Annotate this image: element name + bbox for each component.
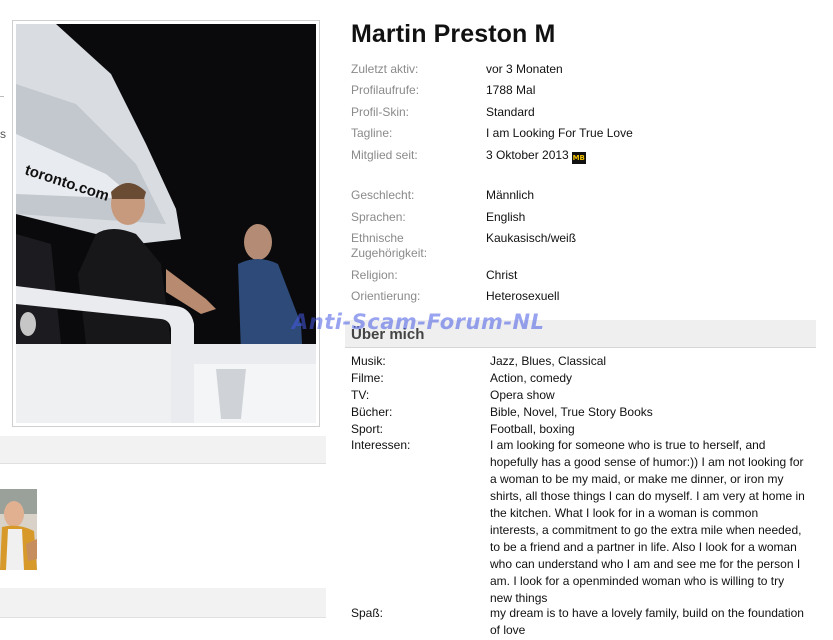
info-value: Männlich bbox=[486, 188, 535, 202]
member-since-date: 3 Oktober 2013 bbox=[486, 148, 569, 162]
info-value: 3 Oktober 2013 MB bbox=[486, 148, 806, 164]
friend-thumbnail[interactable] bbox=[0, 489, 37, 570]
about-value: Bible, Novel, True Story Books bbox=[490, 405, 653, 419]
left-panel-footer bbox=[0, 588, 326, 618]
info-label: Profilaufrufe: bbox=[351, 83, 420, 97]
about-label: TV: bbox=[351, 388, 370, 402]
info-label: Mitglied seit: bbox=[351, 148, 418, 162]
profile-photo[interactable]: toronto.com bbox=[16, 24, 316, 423]
info-label: Profil-Skin: bbox=[351, 105, 410, 119]
watermark: Anti-Scam-Forum-NL bbox=[292, 310, 545, 334]
info-value: Christ bbox=[486, 268, 518, 282]
info-label: Tagline: bbox=[351, 126, 393, 140]
edge-text: s bbox=[0, 127, 6, 141]
about-value: my dream is to have a lovely family, bui… bbox=[490, 606, 804, 637]
profile-name: Martin Preston M bbox=[351, 20, 556, 48]
info-label: Zuletzt aktiv: bbox=[351, 62, 419, 76]
about-label: Interessen: bbox=[351, 438, 411, 452]
info-label: Geschlecht: bbox=[351, 188, 415, 202]
info-value: Heterosexuell bbox=[486, 289, 560, 303]
info-value: Kaukasisch/weiß bbox=[486, 231, 577, 245]
info-value: 1788 Mal bbox=[486, 83, 536, 97]
about-value: Opera show bbox=[490, 388, 555, 402]
about-label: Musik: bbox=[351, 354, 386, 368]
friend-thumbnail-image bbox=[0, 489, 37, 570]
about-label: Bücher: bbox=[351, 405, 393, 419]
info-value: vor 3 Monaten bbox=[486, 62, 563, 76]
edge-divider bbox=[0, 96, 4, 97]
about-value: Jazz, Blues, Classical bbox=[490, 354, 607, 368]
profile-photo-image: toronto.com bbox=[16, 24, 316, 423]
info-label: Orientierung: bbox=[351, 289, 421, 303]
about-label: Spaß: bbox=[351, 606, 384, 620]
about-label: Sport: bbox=[351, 422, 384, 436]
info-value: English bbox=[486, 210, 526, 224]
profile-photo-frame[interactable]: toronto.com bbox=[12, 20, 320, 427]
info-label: Religion: bbox=[351, 268, 398, 282]
info-value: I am Looking For True Love bbox=[486, 126, 633, 140]
about-label: Filme: bbox=[351, 371, 384, 385]
member-badge-icon: MB bbox=[571, 152, 586, 164]
about-value: Football, boxing bbox=[490, 422, 575, 436]
about-value: I am looking for someone who is true to … bbox=[490, 438, 805, 605]
info-value: Standard bbox=[486, 105, 535, 119]
left-panel-divider bbox=[0, 436, 326, 464]
info-label: Ethnische Zugehörigkeit: bbox=[351, 231, 428, 260]
about-value: Action, comedy bbox=[490, 371, 573, 385]
info-label: Sprachen: bbox=[351, 210, 406, 224]
